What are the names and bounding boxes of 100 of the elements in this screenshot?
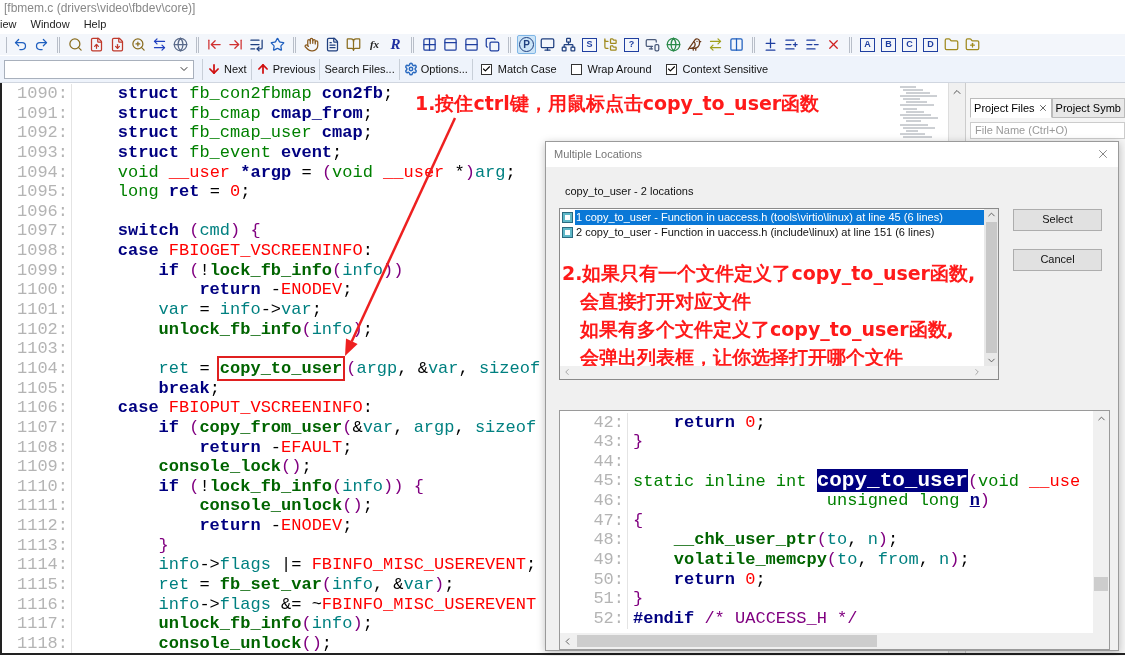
code-line: if (!lock_fb_info(info)) [157,260,404,281]
code-line: info->flags |= FBINFO_MISC_USEREVENT; [157,555,537,576]
line-number: 1112: [17,516,68,536]
checkbox[interactable] [480,63,492,75]
location-item[interactable]: 2 copy_to_user - Function in uaccess.h (include\linux) at line 151 (6 lines) [575,224,984,240]
close-icon[interactable] [1037,103,1048,113]
arrows-icon [152,37,167,52]
menu-item[interactable]: iew [0,16,17,33]
line-number: 44: [593,451,624,472]
arrow-right-icon [228,37,243,52]
code-line: volatile_memcpy(to, from, n); [672,550,970,570]
star-button[interactable] [268,35,287,54]
checkbox[interactable] [570,63,582,75]
tree-button[interactable] [559,35,578,54]
locations-summary: copy_to_user - 2 locations [565,184,694,197]
code-line: return -ENODEV; [198,280,353,301]
code-line: var = info->var; [157,300,322,320]
grid-button[interactable] [420,35,439,54]
code-line: ret = copy_to_user (argp, &var, sizeof [77,358,541,379]
line-number: 1096: [17,201,68,222]
code-line: static inline int copy_to_user(void __use [633,470,1081,492]
search-bar-button[interactable]: Next [203,58,252,80]
undo-icon [13,37,28,52]
locations-listbox[interactable] [559,207,999,380]
bird-button[interactable] [685,35,704,54]
line-number: 1105: [17,378,68,399]
line-number: 1118: [17,633,68,653]
globe-button[interactable] [664,35,683,54]
search-bar-button[interactable]: Options... [399,58,473,80]
checkbox-label: Wrap Around [587,61,652,77]
search-combo-field[interactable] [4,59,194,79]
document-icon [325,37,340,52]
line-number: 1091: [17,103,68,124]
code-line: console_lock(); [157,457,312,477]
line-number: 1109: [17,457,68,477]
checkbox-label: Match Case [497,61,557,77]
search-button[interactable] [66,35,85,54]
code-line: return -EFAULT; [198,437,353,458]
line-number: 1106: [17,398,68,418]
panel-tab[interactable]: Project Symb [1051,98,1125,118]
file-down-icon [110,37,125,52]
toolbar-button[interactable]: P [517,35,536,54]
function-icon [562,226,573,238]
plus-minus-icon [763,37,778,52]
line-number: 1099: [17,260,68,281]
star-icon [270,37,285,52]
line-number: 46: [593,491,624,511]
scrollbar-thumb[interactable] [985,221,997,353]
scrollbar-thumb[interactable] [577,635,877,647]
line-number: 42: [593,412,624,433]
toolbar-button[interactable]: S [580,35,599,54]
computers-icon [645,37,660,52]
window-button[interactable] [441,35,460,54]
windows-button[interactable] [483,35,502,54]
toolbar-button[interactable]: D [921,35,940,54]
tree-icon [561,37,576,52]
toolbar-button[interactable]: ? [622,35,641,54]
book-button[interactable] [344,35,363,54]
rows-icon [464,37,479,52]
scrollbar-thumb[interactable] [1094,576,1108,591]
line-number: 1098: [17,241,68,261]
list-minus-icon [805,37,820,52]
dialog-title: Multiple Locations [554,147,643,162]
annotation-text: 会直接打开对应文件 [580,289,751,312]
dialog-button[interactable]: Select [1013,208,1102,231]
toolbar-button[interactable]: B [879,35,898,54]
folder-tree-button[interactable] [601,35,620,54]
menu-item[interactable]: Window [30,16,70,33]
line-number: 1100: [17,280,68,301]
code-line: case FBIOGET_VSCREENINFO: [116,241,373,261]
line-number: 1102: [17,319,68,340]
line-number: 1108: [17,437,68,458]
dialog-button[interactable]: Cancel [1013,248,1102,271]
hand-icon [304,37,319,52]
globe-button[interactable] [171,35,190,54]
code-line: struct fb_cmap cmap_from; [116,103,373,124]
checkbox[interactable] [665,63,677,75]
menu-item[interactable]: Help [83,16,107,33]
monitor-button[interactable] [538,35,557,54]
code-line: #endif /* UACCESS_H */ [633,608,858,629]
line-number: 48: [593,530,624,551]
rows-button[interactable] [462,35,481,54]
code-line: if (copy_from_user(&var, argp, sizeof [157,417,537,438]
code-line: console_unlock(); [157,633,333,653]
toolbar-button[interactable]: fx [365,35,384,54]
location-item[interactable]: 1 copy_to_user - Function in uaccess.h (tools\virtio\linux) at line 45 (6 lines) [575,209,984,225]
toolbar-button[interactable]: R [386,35,405,54]
line-number: 1097: [17,221,68,242]
search-bar-button[interactable]: Previous [251,58,321,80]
grid-icon [422,37,437,52]
line-number: 50: [593,569,624,590]
line-number: 49: [593,550,624,570]
panel-tab[interactable]: Project Files [970,98,1052,118]
columns-button[interactable] [727,35,746,54]
zoom-button[interactable] [129,35,148,54]
toolbar-button[interactable]: A [858,35,877,54]
search-bar-button[interactable]: Search Files... [320,58,400,80]
hand-button[interactable] [302,35,321,54]
line-number: 1095: [17,182,68,202]
toolbar-button[interactable]: C [900,35,919,54]
